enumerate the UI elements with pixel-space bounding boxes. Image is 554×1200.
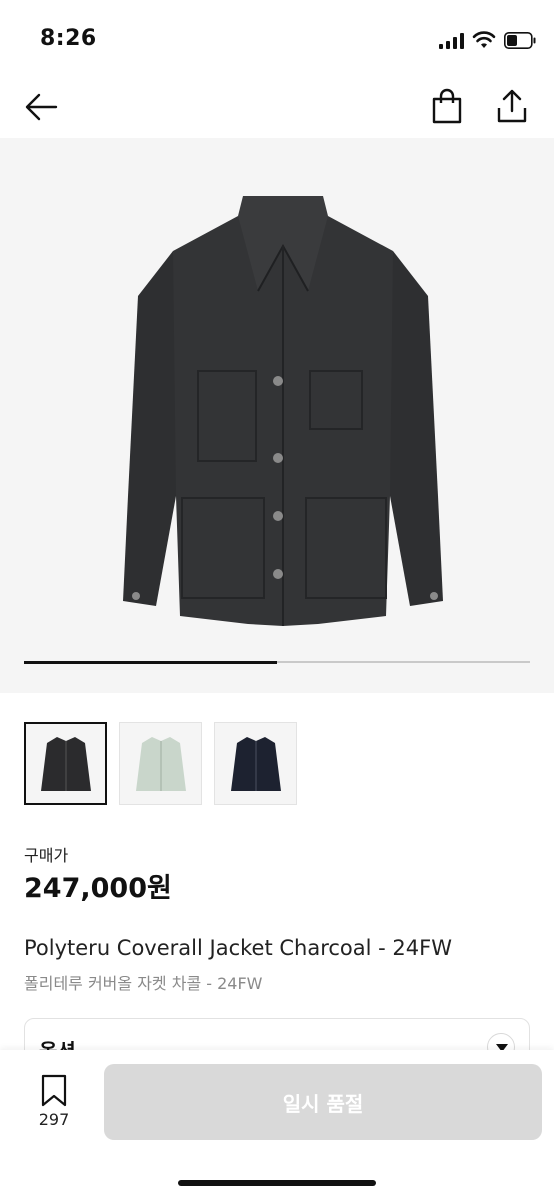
top-nav [0, 80, 554, 138]
wifi-icon [472, 31, 496, 48]
thumbnail-jacket-navy [230, 736, 281, 791]
status-time: 8:26 [40, 26, 97, 51]
price-label: 구매가 [24, 846, 69, 865]
thumbnail-navy[interactable] [214, 722, 297, 805]
share-icon[interactable] [494, 88, 530, 124]
signal-icon [439, 33, 464, 49]
product-image-carousel[interactable] [0, 138, 554, 693]
thumbnail-charcoal[interactable] [24, 722, 107, 805]
soldout-button[interactable]: 일시 품절 [104, 1064, 542, 1140]
product-title-ko: 폴리테루 커버올 자켓 차콜 - 24FW [24, 974, 263, 993]
image-progress-track [24, 660, 530, 664]
price-value: 247,000원 [24, 873, 172, 904]
battery-icon [504, 32, 536, 49]
bookmark-icon [41, 1074, 67, 1107]
thumbnail-mint[interactable] [119, 722, 202, 805]
home-indicator [178, 1180, 376, 1186]
bottom-action-bar: 297 일시 품절 [0, 1050, 554, 1200]
product-title-en: Polyteru Coverall Jacket Charcoal - 24FW [24, 936, 452, 960]
bookmark-button[interactable]: 297 [30, 1074, 78, 1134]
bookmark-count: 297 [38, 1110, 70, 1129]
status-bar: 8:26 [0, 0, 554, 80]
thumbnail-jacket-charcoal [40, 736, 91, 791]
image-progress-fill [24, 660, 277, 664]
back-arrow-icon[interactable] [24, 90, 60, 124]
shopping-bag-icon[interactable] [430, 88, 464, 124]
jacket-image [123, 196, 443, 626]
thumbnail-jacket-mint [135, 736, 186, 791]
thumbnail-strip [24, 722, 297, 806]
